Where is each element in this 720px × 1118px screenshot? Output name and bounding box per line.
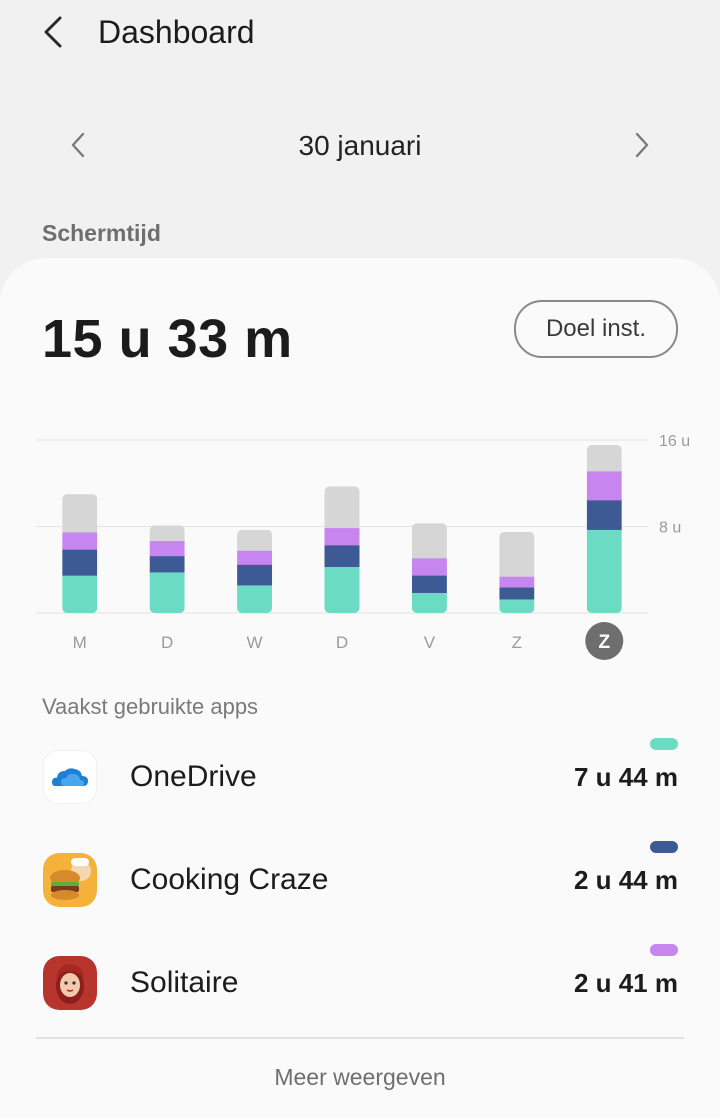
- bar-segment-onedrive: [499, 598, 535, 613]
- bar-stack: [586, 444, 622, 613]
- bar-segment-other: [62, 494, 98, 533]
- bar-segment-solitaire: [586, 470, 622, 501]
- set-goal-button[interactable]: Doel inst.: [514, 300, 678, 358]
- bar-stack: [499, 531, 535, 613]
- app-usage-time: 2 u 41 m: [573, 968, 678, 998]
- bar-segment-cooking-craze: [324, 544, 360, 568]
- bar-segment-cooking-craze: [499, 587, 535, 600]
- app-name: Cooking Craze: [130, 863, 329, 896]
- bar-segment-other: [499, 531, 535, 577]
- bar-stack: [411, 523, 447, 613]
- x-tick-label: Z: [598, 632, 610, 653]
- bar-segment-onedrive: [411, 592, 447, 613]
- bar-segment-cooking-craze: [411, 575, 447, 593]
- app-name: Solitaire: [130, 966, 239, 999]
- app-row-cooking-craze[interactable]: Cooking Craze 2 u 44 m: [0, 841, 720, 921]
- y-tick-label: 16 u: [659, 433, 690, 450]
- bar-segment-solitaire: [411, 557, 447, 576]
- bar-segment-onedrive: [324, 566, 360, 613]
- bar-segment-cooking-craze: [237, 564, 273, 586]
- bar-segment-other: [324, 486, 360, 529]
- solitaire-icon: [43, 956, 97, 1010]
- divider: [36, 1037, 684, 1039]
- bar-segment-solitaire: [324, 527, 360, 546]
- bar-segment-solitaire: [237, 550, 273, 565]
- bar-stack: [324, 486, 360, 613]
- bar-stack: [149, 525, 185, 613]
- app-color-swatch: [650, 841, 678, 853]
- bar-segment-cooking-craze: [586, 499, 622, 530]
- app-name: OneDrive: [130, 760, 257, 793]
- bar-segment-solitaire: [149, 540, 185, 557]
- app-row-onedrive[interactable]: OneDrive 7 u 44 m: [0, 738, 720, 818]
- bar-segment-cooking-craze: [149, 555, 185, 573]
- next-day-button[interactable]: [626, 130, 656, 160]
- screen-time-card: 15 u 33 m Doel inst. 16 u 8 u M D W D V Z Z Vaak…: [0, 258, 720, 1118]
- x-tick-label: Z: [512, 633, 522, 652]
- top-bar: Dashboard: [0, 0, 720, 70]
- chevron-left-icon[interactable]: [38, 14, 72, 50]
- show-more-link[interactable]: Meer weergeven: [0, 1064, 720, 1091]
- cooking-craze-icon: [43, 853, 97, 907]
- bar-segment-cooking-craze: [62, 549, 98, 576]
- app-row-solitaire[interactable]: Solitaire 2 u 41 m: [0, 944, 720, 1024]
- bar-segment-other: [237, 529, 273, 551]
- date-navigator: 30 januari: [0, 120, 720, 172]
- x-tick-label: W: [247, 633, 263, 652]
- bar-segment-other: [411, 523, 447, 559]
- bar-segment-other: [586, 444, 622, 472]
- x-tick-label: D: [161, 633, 173, 652]
- date-label: 30 januari: [298, 130, 422, 161]
- onedrive-icon: [43, 750, 97, 804]
- y-tick-label: 8 u: [659, 520, 681, 537]
- most-used-apps-label: Vaakst gebruikte apps: [42, 694, 259, 719]
- total-screen-time: 15 u 33 m: [42, 309, 293, 369]
- x-tick-label: M: [73, 633, 87, 652]
- screen-time-chart: 16 u 8 u M D W D V Z Z: [36, 433, 690, 660]
- bar-segment-solitaire: [62, 531, 98, 550]
- bar-segment-other: [149, 525, 185, 542]
- section-label-screen-time: Schermtijd: [42, 220, 161, 246]
- bar-segment-onedrive: [586, 529, 622, 613]
- app-usage-time: 2 u 44 m: [573, 865, 678, 895]
- app-color-swatch: [650, 738, 678, 750]
- bar-stack: [237, 529, 273, 613]
- app-usage-time: 7 u 44 m: [573, 762, 678, 792]
- bar-segment-solitaire: [499, 576, 535, 588]
- bar-segment-onedrive: [149, 571, 185, 613]
- page-title: Dashboard: [98, 14, 255, 50]
- bar-segment-onedrive: [237, 584, 273, 613]
- x-tick-label: D: [336, 633, 348, 652]
- bar-stack: [62, 494, 98, 613]
- bar-segment-onedrive: [62, 575, 98, 613]
- app-color-swatch: [650, 944, 678, 956]
- x-tick-label: V: [424, 633, 436, 652]
